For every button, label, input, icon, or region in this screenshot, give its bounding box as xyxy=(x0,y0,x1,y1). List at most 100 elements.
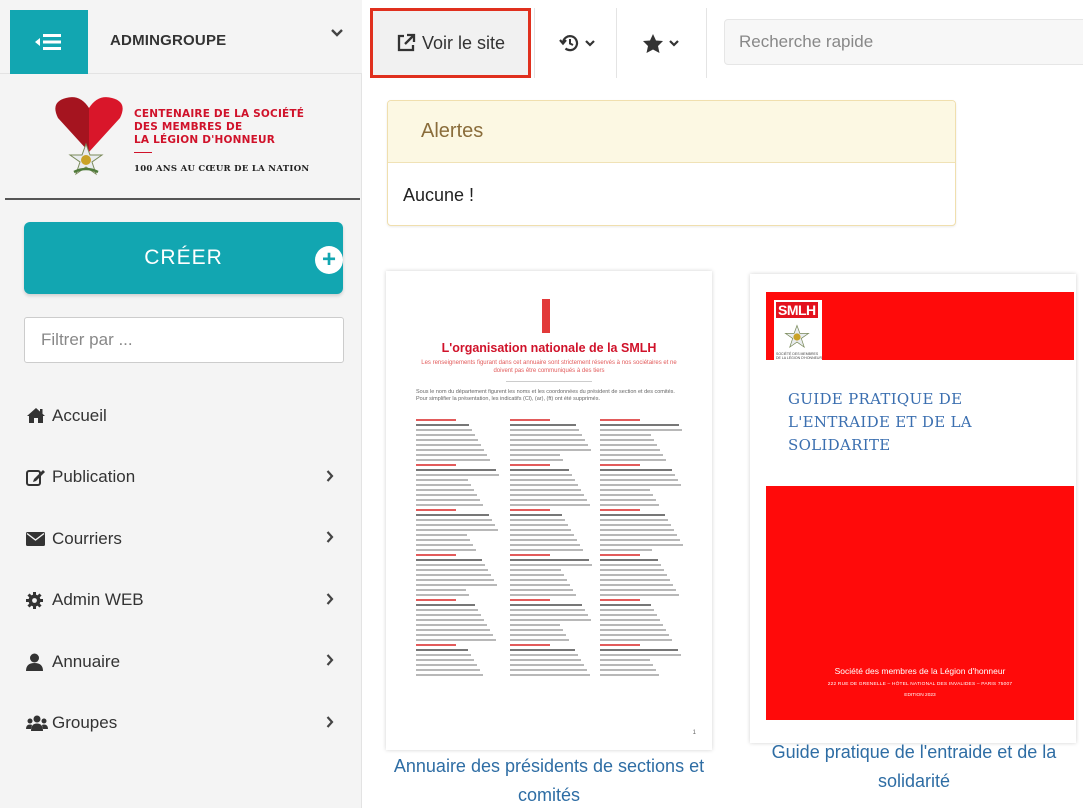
document-thumbnail-annuaire[interactable]: L'organisation nationale de la SMLH Les … xyxy=(386,271,712,750)
doc-text-line xyxy=(416,629,490,631)
doc-text-line xyxy=(416,649,468,651)
doc-text-line xyxy=(600,434,651,436)
doc-text-line xyxy=(510,484,578,486)
admin-app: ADMINGROUPE CENTENAIRE DE LA SOCIÉTÉ DES… xyxy=(0,0,1083,808)
doc-text-line xyxy=(600,599,640,601)
doc-text-line xyxy=(416,609,478,611)
alerts-body: Aucune ! xyxy=(403,185,475,205)
group-selector-label[interactable]: ADMINGROUPE xyxy=(110,32,226,49)
doc-text-line xyxy=(416,419,456,421)
doc-text-line xyxy=(600,469,672,471)
logo-line-2: DES MEMBRES DE xyxy=(134,121,243,133)
doc-text-line xyxy=(510,674,590,676)
legion-star-icon xyxy=(68,142,104,176)
doc-text-line xyxy=(600,564,661,566)
user-icon xyxy=(26,653,52,671)
doc-text-line xyxy=(510,639,569,641)
document-link-guide[interactable]: Guide pratique de l'entraide et de la so… xyxy=(746,738,1082,796)
chevron-right-icon xyxy=(326,715,334,728)
doc-text-line xyxy=(600,674,659,676)
doc-text-line xyxy=(600,639,672,641)
doc-text-line xyxy=(510,459,563,461)
sidebar-item-courriers[interactable]: Courriers xyxy=(0,508,362,570)
doc-text-line xyxy=(416,439,478,441)
sidebar-item-label: Courriers xyxy=(52,528,122,548)
guide-footer-address: 222 RUE DE GRENELLE – HÔTEL NATIONAL DES… xyxy=(827,682,1013,687)
view-site-button[interactable]: Voir le site xyxy=(370,8,531,78)
doc-text-line xyxy=(600,489,650,491)
sidebar-item-label: Annuaire xyxy=(52,651,121,671)
sidebar-item-annuaire[interactable]: Annuaire xyxy=(0,631,362,693)
document-thumbnail-guide[interactable]: SMLH SOCIÉTÉ DES MEMBRES DE LA LÉGION D'… xyxy=(750,274,1076,743)
doc-text-line xyxy=(416,454,487,456)
doc-text-line xyxy=(600,514,665,516)
doc-text-line xyxy=(416,434,475,436)
doc-text-line xyxy=(510,669,587,671)
topbar-separator xyxy=(616,8,617,78)
plus-circle-icon: + xyxy=(315,246,343,274)
doc-text-line xyxy=(600,444,657,446)
doc-text-line xyxy=(416,664,477,666)
doc-text-line xyxy=(416,449,484,451)
sidebar-item-accueil[interactable]: Accueil xyxy=(0,385,362,447)
doc-text-line xyxy=(510,559,589,561)
chevron-right-icon xyxy=(326,531,334,543)
doc-text-line xyxy=(600,429,682,431)
doc-text-line xyxy=(510,584,570,586)
doc-text-line xyxy=(600,589,676,591)
doc-text-line xyxy=(510,579,567,581)
doc-page-number: 1 xyxy=(692,730,696,736)
chevron-right-icon xyxy=(326,592,334,605)
sidebar-item-admin-web[interactable]: Admin WEB xyxy=(0,570,362,632)
guide-title-line-2: L'ENTRAIDE ET DE LA xyxy=(788,413,972,431)
doc-text-line xyxy=(600,534,677,536)
centenary-logo: CENTENAIRE DE LA SOCIÉTÉ DES MEMBRES DE … xyxy=(54,94,334,184)
doc-text-line xyxy=(510,624,560,626)
doc-text-line xyxy=(416,624,487,626)
doc-text-line xyxy=(510,539,577,541)
doc-text-line xyxy=(416,539,470,541)
logo-rule xyxy=(134,152,152,153)
filter-input[interactable] xyxy=(24,317,344,363)
cog-icon xyxy=(26,591,52,609)
sidebar-header: ADMINGROUPE xyxy=(0,0,362,74)
doc-text-line xyxy=(600,624,663,626)
doc-text-line xyxy=(600,579,670,581)
sidebar-item-groupes[interactable]: Groupes xyxy=(0,693,362,755)
doc-rule xyxy=(506,381,592,382)
doc-text-line xyxy=(416,514,489,516)
envelope-icon xyxy=(26,531,52,546)
sidebar-divider xyxy=(5,198,360,200)
doc-text-line xyxy=(600,634,669,636)
chevron-down-icon[interactable] xyxy=(330,28,344,38)
doc-text-line xyxy=(510,574,564,576)
favorites-dropdown[interactable] xyxy=(626,8,696,78)
sidebar-toggle-button[interactable] xyxy=(10,10,88,74)
doc-text-line xyxy=(416,644,456,646)
doc-text-line xyxy=(416,654,471,656)
doc-text-line xyxy=(416,479,468,481)
document-link-annuaire[interactable]: Annuaire des présidents de sections et c… xyxy=(386,752,712,808)
doc-text-line xyxy=(600,604,651,606)
doc-text-line xyxy=(510,474,572,476)
guide-cover-title: GUIDE PRATIQUE DE L'ENTRAIDE ET DE LA SO… xyxy=(788,388,972,457)
doc-text-line xyxy=(600,549,652,551)
chevron-right-icon xyxy=(326,654,334,666)
doc-cover-intro: Sous le nom du département figurent les … xyxy=(416,389,675,402)
doc-text-line xyxy=(600,659,650,661)
doc-text-line xyxy=(416,549,476,551)
doc-text-line xyxy=(600,464,640,466)
doc-text-line xyxy=(510,489,581,491)
guide-footer-org: Société des membres de la Légion d'honne… xyxy=(834,666,1006,676)
home-icon xyxy=(26,407,52,424)
doc-text-line xyxy=(416,574,491,576)
guide-title-line-1: GUIDE PRATIQUE DE xyxy=(788,390,963,408)
doc-text-line xyxy=(416,579,494,581)
doc-text-line xyxy=(510,629,563,631)
doc-text-line xyxy=(416,559,482,561)
history-dropdown[interactable] xyxy=(542,8,612,78)
quick-search-input[interactable] xyxy=(724,19,1083,65)
create-button[interactable]: CRÉER + xyxy=(24,222,343,294)
sidebar-item-publication[interactable]: Publication xyxy=(0,447,362,509)
doc-text-line xyxy=(416,639,496,641)
